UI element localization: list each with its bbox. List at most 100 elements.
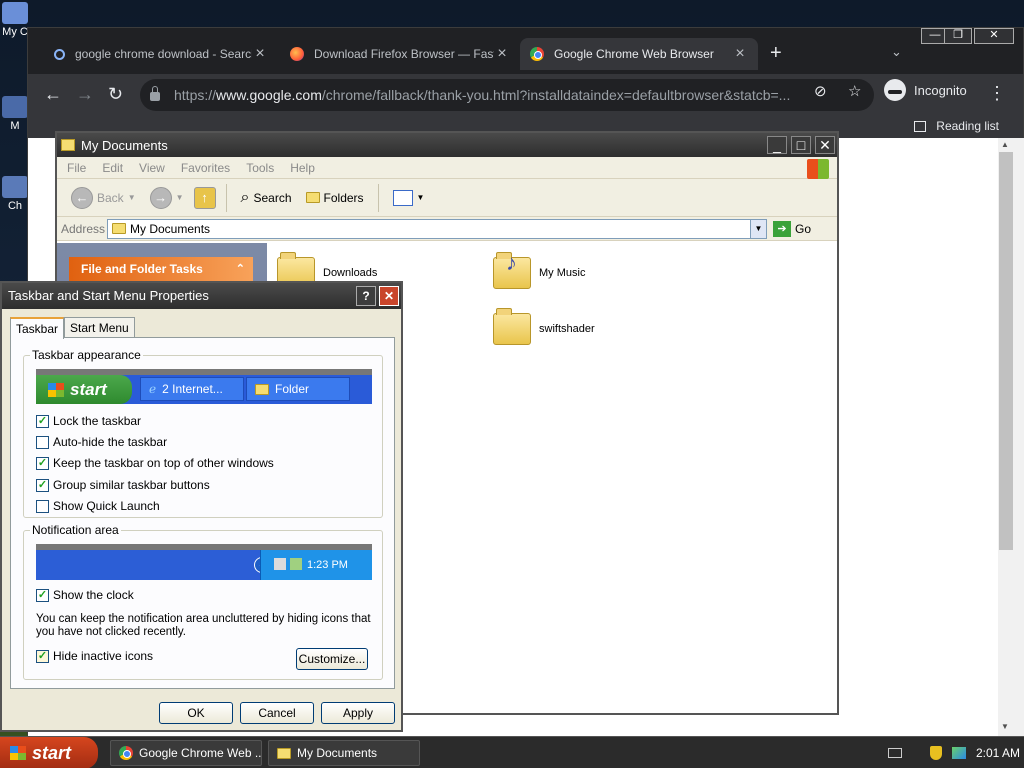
- chrome-shortcut-icon: [2, 176, 28, 198]
- checkbox-label: Show Quick Launch: [53, 499, 160, 513]
- up-folder-icon[interactable]: ↑: [193, 186, 216, 209]
- folders-icon: [305, 192, 320, 203]
- close-button[interactable]: ✕: [379, 286, 399, 306]
- checkbox-checked-icon[interactable]: ✓: [36, 478, 49, 492]
- checkbox-label: Show the clock: [53, 588, 134, 602]
- task-header-label: File and Folder Tasks: [81, 262, 203, 276]
- reading-list-button[interactable]: Reading list: [914, 119, 999, 133]
- tab-search[interactable]: google chrome download - Search ×: [44, 38, 278, 70]
- keyboard-icon[interactable]: [888, 748, 902, 758]
- tab-firefox[interactable]: Download Firefox Browser — Fast, P ×: [280, 38, 520, 70]
- scroll-up-icon[interactable]: ▲: [1001, 140, 1009, 149]
- scrollbar-thumb[interactable]: [999, 152, 1013, 550]
- url-text[interactable]: https://www.google.com/chrome/fallback/t…: [174, 87, 804, 103]
- cancel-button[interactable]: Cancel: [240, 702, 314, 724]
- keep-on-top-checkbox[interactable]: ✓ Keep the taskbar on top of other windo…: [36, 456, 274, 470]
- minimize-button[interactable]: _: [767, 136, 787, 154]
- security-shield-icon[interactable]: [930, 746, 942, 760]
- auto-hide-checkbox[interactable]: Auto-hide the taskbar: [36, 435, 167, 449]
- explorer-titlebar: My Documents: [57, 133, 837, 157]
- taskbar-item-label: My Documents: [297, 746, 378, 760]
- star-icon[interactable]: ☆: [848, 82, 861, 100]
- close-button[interactable]: ✕: [815, 136, 835, 154]
- taskbar-item-my-documents[interactable]: My Documents: [268, 740, 420, 766]
- eye-off-icon[interactable]: ⊘: [814, 82, 827, 100]
- tab-close-icon[interactable]: ×: [732, 45, 748, 63]
- menu-file[interactable]: File: [67, 161, 86, 175]
- new-tab-button[interactable]: +: [770, 42, 782, 65]
- desktop-icon-2[interactable]: M: [0, 96, 30, 132]
- group-buttons-checkbox[interactable]: ✓ Group similar taskbar buttons: [36, 478, 210, 492]
- chevron-down-icon: ▼: [175, 193, 184, 202]
- incognito-indicator[interactable]: Incognito: [884, 79, 967, 101]
- customize-button[interactable]: Customize...: [296, 648, 368, 670]
- tab-chrome[interactable]: Google Chrome Web Browser ×: [520, 38, 758, 70]
- show-clock-checkbox[interactable]: ✓ Show the clock: [36, 588, 134, 602]
- scroll-down-icon[interactable]: ▼: [1001, 722, 1009, 731]
- maximize-button[interactable]: □: [791, 136, 811, 154]
- quick-launch-checkbox[interactable]: Show Quick Launch: [36, 499, 160, 513]
- checkbox-checked-icon[interactable]: ✓: [36, 414, 49, 428]
- views-button[interactable]: ▼: [389, 189, 429, 206]
- folders-button[interactable]: Folders: [302, 191, 368, 205]
- menu-view[interactable]: View: [139, 161, 165, 175]
- tab-close-icon[interactable]: ×: [494, 45, 510, 63]
- address-bar[interactable]: https://www.google.com/chrome/fallback/t…: [140, 79, 874, 111]
- checkbox-label: Keep the taskbar on top of other windows: [53, 456, 274, 470]
- address-field[interactable]: My Documents ▼: [107, 218, 767, 239]
- incognito-icon: [884, 79, 906, 101]
- tab-taskbar[interactable]: Taskbar: [10, 317, 65, 339]
- checkbox-checked-icon[interactable]: ✓: [36, 588, 49, 602]
- checkbox-unchecked-icon[interactable]: [36, 499, 49, 513]
- preview-start-button: start: [36, 375, 132, 404]
- help-button[interactable]: ?: [356, 286, 376, 306]
- tab-start-menu[interactable]: Start Menu: [64, 317, 135, 338]
- menu-help[interactable]: Help: [290, 161, 315, 175]
- network-icon[interactable]: [952, 747, 966, 759]
- taskbar-tab-panel: Taskbar appearance start ℯ 2 Internet...…: [10, 337, 395, 689]
- preview-task-label: Folder: [275, 382, 310, 396]
- chevron-down-icon[interactable]: ▼: [750, 219, 766, 238]
- forward-button[interactable]: → ▼: [146, 186, 188, 209]
- folder-item-label: swiftshader: [539, 323, 595, 335]
- back-button[interactable]: ←: [44, 84, 62, 104]
- ok-button[interactable]: OK: [159, 702, 233, 724]
- menu-edit[interactable]: Edit: [102, 161, 123, 175]
- taskbar-item-label: Google Chrome Web ...: [139, 746, 262, 760]
- menu-tools[interactable]: Tools: [246, 161, 274, 175]
- taskbar-appearance-group: Taskbar appearance start ℯ 2 Internet...…: [23, 348, 383, 518]
- chrome-icon: [530, 47, 544, 61]
- start-button[interactable]: start: [0, 737, 98, 768]
- tab-title: Google Chrome Web Browser: [554, 47, 714, 61]
- menu-favorites[interactable]: Favorites: [181, 161, 230, 175]
- forward-button[interactable]: →: [76, 84, 94, 104]
- chrome-menu-button[interactable]: ⋮: [988, 83, 1006, 104]
- lock-taskbar-checkbox[interactable]: ✓ Lock the taskbar: [36, 414, 141, 428]
- collapse-icon[interactable]: ⌃: [236, 257, 245, 281]
- taskbar-item-chrome[interactable]: Google Chrome Web ...: [110, 740, 262, 766]
- apply-button[interactable]: Apply: [321, 702, 395, 724]
- desktop-icon-my-computer[interactable]: My C: [0, 2, 30, 38]
- notification-preview: « 1:23 PM: [36, 544, 372, 580]
- windows-logo-icon: [807, 159, 829, 179]
- tab-close-icon[interactable]: ×: [252, 45, 268, 63]
- folder-icon: [255, 383, 269, 395]
- reload-button[interactable]: ↻: [108, 84, 123, 104]
- go-button[interactable]: ➔ Go: [773, 220, 811, 237]
- checkbox-checked-icon[interactable]: ✓: [36, 456, 49, 470]
- search-button[interactable]: ⌕ Search: [237, 189, 296, 207]
- file-folder-tasks-header[interactable]: File and Folder Tasks ⌃: [69, 257, 253, 281]
- hide-inactive-checkbox[interactable]: ✓ Hide inactive icons: [36, 649, 153, 663]
- folder-item-swiftshader[interactable]: swiftshader: [493, 308, 595, 345]
- page-scrollbar[interactable]: ▲ ▼: [998, 138, 1024, 736]
- taskbar-clock[interactable]: 2:01 AM: [976, 746, 1020, 760]
- checkbox-unchecked-icon[interactable]: [36, 435, 49, 449]
- tab-search-button[interactable]: ⌄: [891, 44, 902, 60]
- back-button[interactable]: ← Back ▼: [67, 186, 140, 209]
- desktop-icon-chrome[interactable]: Ch: [0, 176, 30, 212]
- checkbox-checked-icon[interactable]: ✓: [36, 649, 49, 663]
- maximize-button[interactable]: ❐: [944, 28, 972, 44]
- close-button[interactable]: ✕: [974, 28, 1014, 44]
- folder-item-my-music[interactable]: ♪ My Music: [493, 250, 585, 289]
- chrome-icon: [119, 746, 133, 760]
